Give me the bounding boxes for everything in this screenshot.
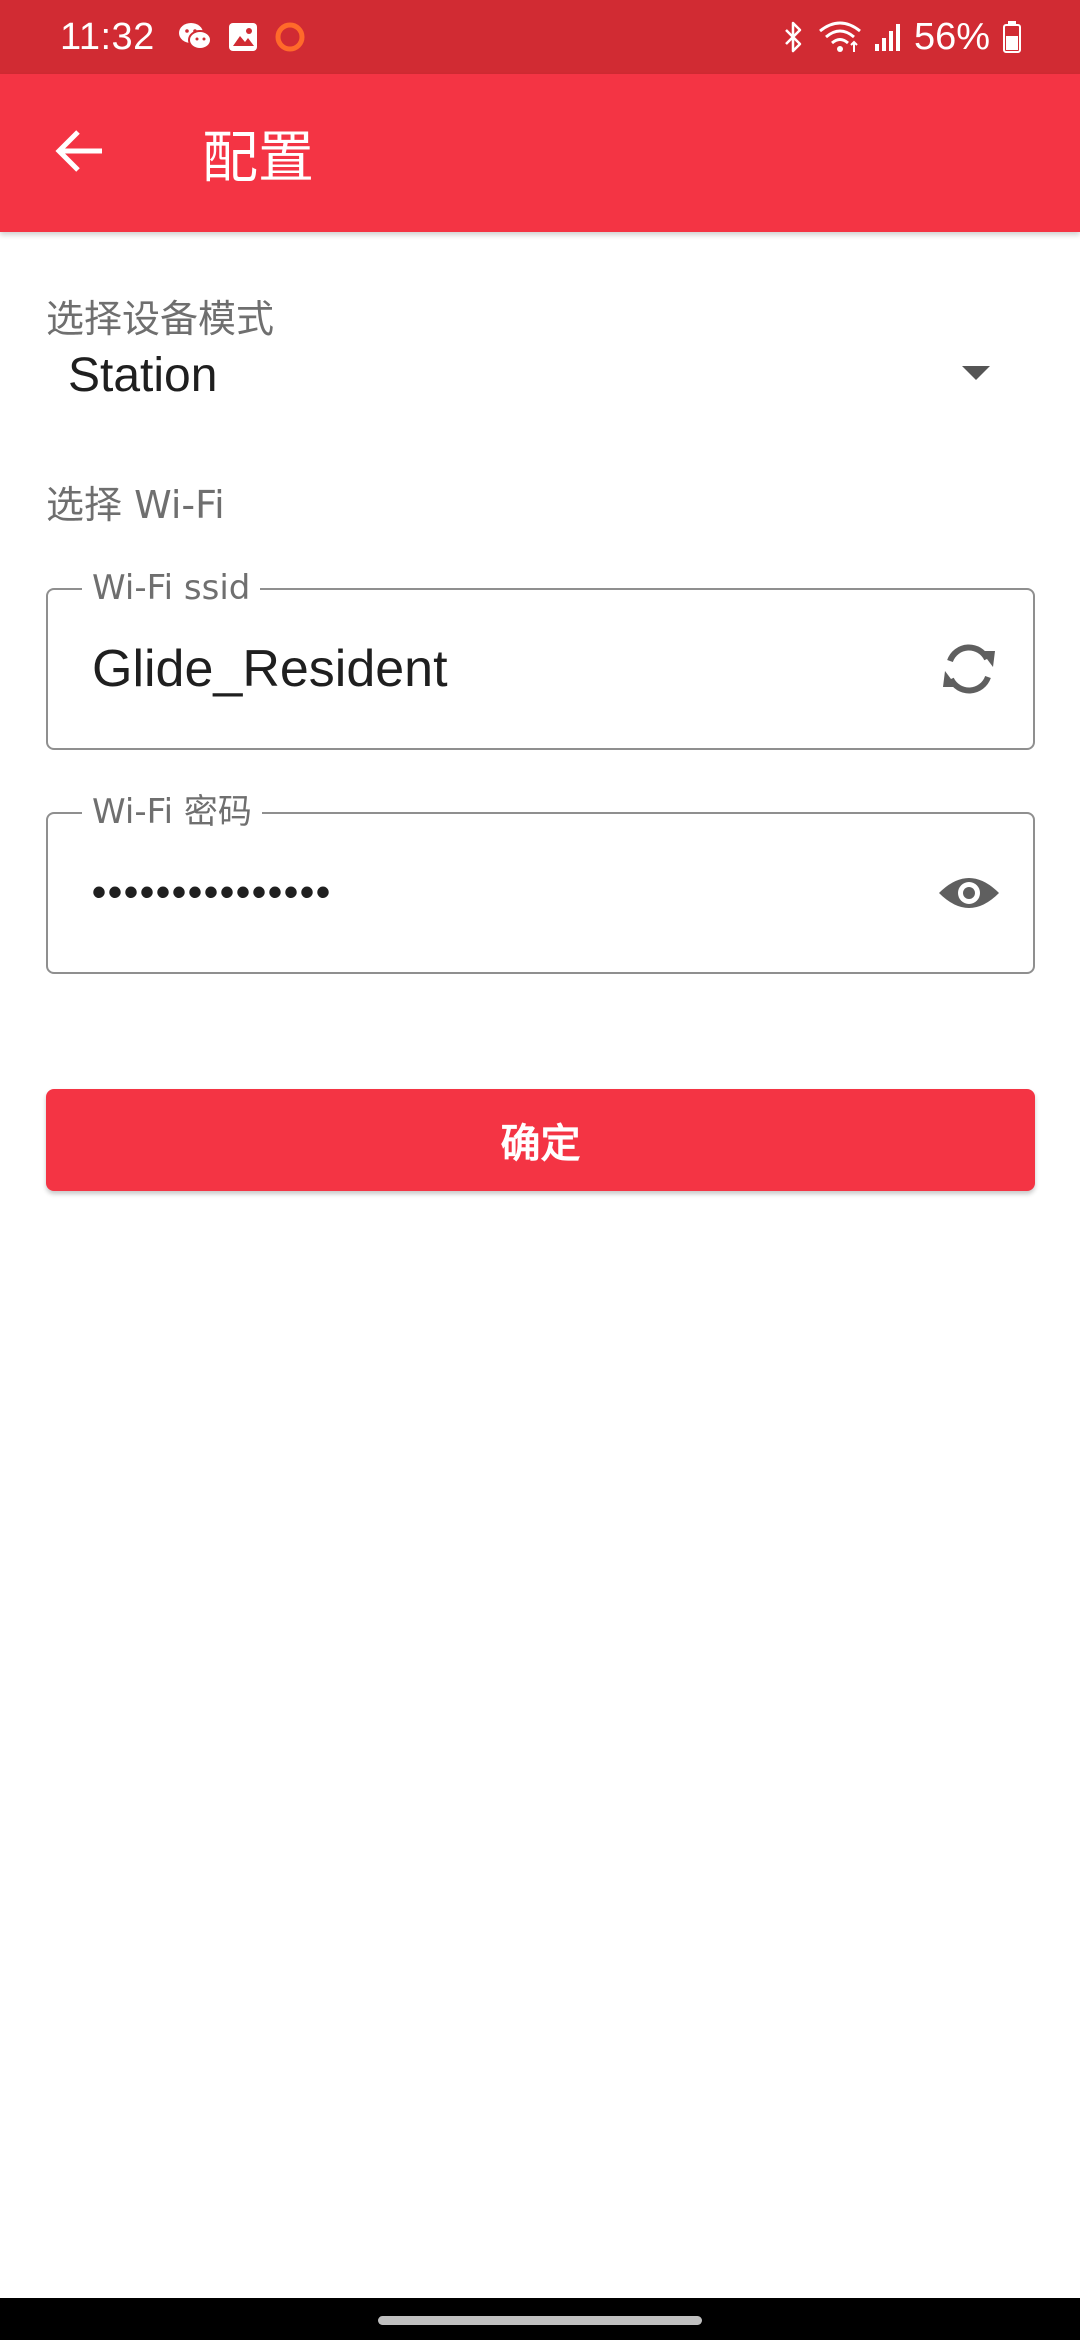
gallery-icon xyxy=(227,21,259,53)
wechat-icon xyxy=(177,21,213,53)
page-title: 配置 xyxy=(202,125,314,191)
config-screen: 11:32 56% 配置 选择设备模式 Station 选择 Wi-Fi Wi-… xyxy=(0,0,1080,2340)
refresh-icon[interactable] xyxy=(935,635,1003,703)
home-indicator[interactable] xyxy=(378,2316,702,2325)
bluetooth-icon xyxy=(782,20,806,54)
battery-percent: 56% xyxy=(913,15,990,58)
status-bar: 11:32 56% xyxy=(0,0,1080,74)
navigation-bar xyxy=(0,2298,1080,2340)
password-label: Wi-Fi 密码 xyxy=(82,792,262,832)
ssid-value: Glide_Resident xyxy=(92,640,448,698)
signal-icon xyxy=(874,22,904,52)
mode-dropdown[interactable]: Station xyxy=(46,335,1006,415)
mode-value: Station xyxy=(68,348,218,402)
back-button[interactable] xyxy=(30,103,130,203)
ssid-field[interactable]: Wi-Fi ssid Glide_Resident xyxy=(46,568,1035,750)
eye-icon[interactable] xyxy=(935,859,1003,927)
status-time: 11:32 xyxy=(60,15,155,58)
password-field[interactable]: Wi-Fi 密码 ••••••••••••••• xyxy=(46,792,1035,974)
wifi-section-label: 选择 Wi-Fi xyxy=(46,483,225,527)
arrow-left-icon xyxy=(54,129,106,178)
wifi-icon xyxy=(818,20,862,54)
status-right: 56% xyxy=(770,16,1022,59)
app-bar: 配置 xyxy=(0,74,1080,232)
confirm-button[interactable]: 确定 xyxy=(46,1089,1035,1191)
status-left: 11:32 xyxy=(60,16,321,59)
password-value: ••••••••••••••• xyxy=(92,870,333,915)
battery-icon xyxy=(1002,20,1022,54)
circle-notification-icon xyxy=(273,20,307,54)
ssid-label: Wi-Fi ssid xyxy=(82,568,261,608)
dropdown-arrow-icon xyxy=(960,364,992,387)
